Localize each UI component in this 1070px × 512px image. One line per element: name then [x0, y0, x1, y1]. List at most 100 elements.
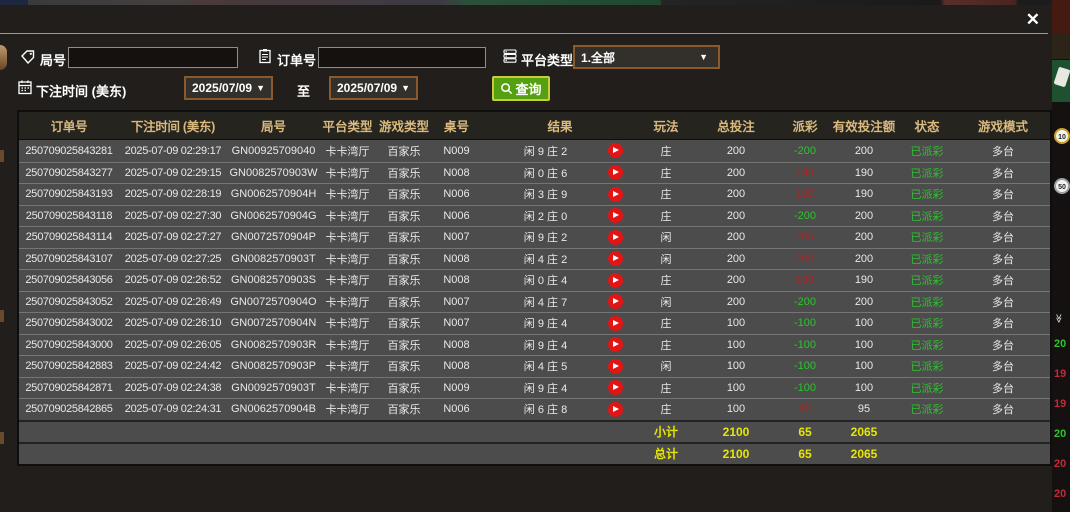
platform-type-select[interactable]: 1.全部 ▼	[573, 45, 720, 69]
search-icon	[501, 83, 513, 95]
header-status: 状态	[914, 120, 940, 134]
play-video-button[interactable]	[607, 165, 623, 181]
query-button[interactable]: 查询	[492, 76, 550, 101]
cell-valid: 200	[854, 295, 874, 308]
cell-time: 2025-07-09 02:26:49	[124, 295, 222, 308]
result-text: 闲 9 庄 2	[523, 145, 568, 158]
header-platform: 平台类型	[322, 120, 373, 134]
cell-status: 已派彩	[910, 145, 944, 158]
background-number: 20	[1054, 428, 1067, 440]
date-to-picker[interactable]: 2025/07/09 ▼	[329, 76, 418, 100]
cell-valid: 100	[854, 360, 874, 373]
table-row: 250709025843193 2025-07-09 02:28:19 GN0062…	[19, 183, 1050, 205]
cell-status	[898, 444, 956, 464]
result-text: 闲 9 庄 4	[523, 339, 568, 352]
result-text: 闲 3 庄 9	[523, 189, 568, 202]
cell-time: 2025-07-09 02:26:10	[124, 317, 222, 330]
cell-mode: 多台	[992, 167, 1014, 180]
play-video-button[interactable]	[607, 380, 623, 396]
cell-payout: 65	[798, 446, 812, 461]
platform-type-label: 平台类型	[521, 53, 574, 68]
header-payout: 派彩	[792, 120, 818, 134]
cell-round: GN0072570904N	[230, 317, 317, 330]
cell-result: 闲 3 庄 9	[480, 184, 640, 205]
cell-mode: 多台	[992, 275, 1014, 288]
cell-play: 庄	[660, 210, 672, 223]
date-from-picker[interactable]: 2025/07/09 ▼	[184, 76, 273, 100]
cell-table-no: N009	[443, 381, 470, 394]
cell-play: 庄	[660, 189, 672, 202]
header-total-bet: 总投注	[717, 120, 755, 134]
cell-bet: 200	[726, 209, 746, 222]
cell-mode	[956, 444, 1050, 464]
cell-platform: 卡卡湾厅	[325, 167, 370, 180]
cell-valid: 2065	[850, 446, 878, 461]
table-row: 250709025843052 2025-07-09 02:26:49 GN0072…	[19, 290, 1050, 312]
header-game-type: 游戏类型	[378, 120, 429, 134]
table-row: 250709025843114 2025-07-09 02:27:27 GN0072…	[19, 226, 1050, 248]
result-text: 闲 0 庄 6	[523, 167, 568, 180]
play-video-button[interactable]	[607, 229, 623, 245]
result-text: 闲 9 庄 4	[523, 382, 568, 395]
cell-game: 百家乐	[387, 296, 421, 309]
cell-status: 已派彩	[910, 275, 944, 288]
play-video-button[interactable]	[607, 315, 623, 331]
cell-play: 庄	[660, 167, 672, 180]
cell-table-no: N008	[443, 338, 470, 351]
cell-mode: 多台	[992, 189, 1014, 202]
play-video-button[interactable]	[607, 272, 623, 288]
chevron-down-icon: ▼	[699, 52, 708, 62]
cell-status	[898, 422, 956, 442]
cell-valid: 100	[854, 381, 874, 394]
play-video-button[interactable]	[607, 337, 623, 353]
cell-order: 250709025842871	[25, 381, 113, 394]
cell-round: GN0082570903W	[229, 166, 318, 179]
table-row: 250709025842865 2025-07-09 02:24:31 GN0062…	[19, 398, 1050, 420]
cell-time	[119, 422, 227, 442]
cell-play: 总计	[653, 447, 678, 461]
cell-table-no: N006	[443, 188, 470, 201]
cell-platform: 卡卡湾厅	[325, 210, 370, 223]
calendar-icon	[18, 80, 32, 95]
cell-bet: 200	[726, 144, 746, 157]
cell-mode: 多台	[992, 404, 1014, 417]
cell-bet: 2100	[722, 424, 750, 439]
cell-payout: 190	[795, 166, 815, 179]
cell-table-no: N007	[443, 231, 470, 244]
background-number: 20	[1054, 458, 1067, 470]
filter-row-1: 局号 订单号 平台类型 1.全部 ▼	[0, 44, 1052, 72]
play-video-button[interactable]	[607, 294, 623, 310]
round-number-input[interactable]	[68, 47, 238, 68]
cell-mode	[956, 422, 1050, 442]
close-button[interactable]: ✕	[1026, 11, 1040, 29]
play-video-button[interactable]	[607, 186, 623, 202]
table-row: 250709025842883 2025-07-09 02:24:42 GN0082…	[19, 355, 1050, 377]
cell-table-no: N008	[443, 252, 470, 265]
cell-bet: 100	[726, 338, 746, 351]
platform-list-icon	[503, 49, 517, 63]
play-video-button[interactable]	[607, 208, 623, 224]
order-number-input[interactable]	[318, 47, 486, 68]
cell-bet: 200	[726, 274, 746, 287]
play-video-button[interactable]	[607, 358, 623, 374]
cell-status: 已派彩	[910, 296, 944, 309]
cell-time: 2025-07-09 02:27:25	[124, 252, 222, 265]
cell-result	[480, 422, 640, 442]
cell-mode: 多台	[992, 210, 1014, 223]
table-row: 250709025842871 2025-07-09 02:24:38 GN0092…	[19, 376, 1050, 398]
table-row: 250709025843107 2025-07-09 02:27:25 GN0082…	[19, 247, 1050, 269]
total-row: 总计 2100 65 2065	[19, 441, 1050, 464]
cell-bet: 100	[726, 317, 746, 330]
play-video-button[interactable]	[607, 401, 623, 417]
cell-platform: 卡卡湾厅	[325, 253, 370, 266]
play-video-button[interactable]	[607, 251, 623, 267]
cell-result: 闲 9 庄 2	[480, 227, 640, 248]
cell-time	[119, 444, 227, 464]
table-body: 250709025843281 2025-07-09 02:29:17 GN0092…	[19, 140, 1050, 464]
cell-payout: -200	[793, 295, 817, 308]
cell-play: 闲	[660, 296, 672, 309]
cell-order: 250709025843107	[25, 252, 113, 265]
chevron-down-icon: ▼	[256, 83, 265, 93]
table-row: 250709025843118 2025-07-09 02:27:30 GN0062…	[19, 204, 1050, 226]
play-video-button[interactable]	[607, 143, 623, 159]
